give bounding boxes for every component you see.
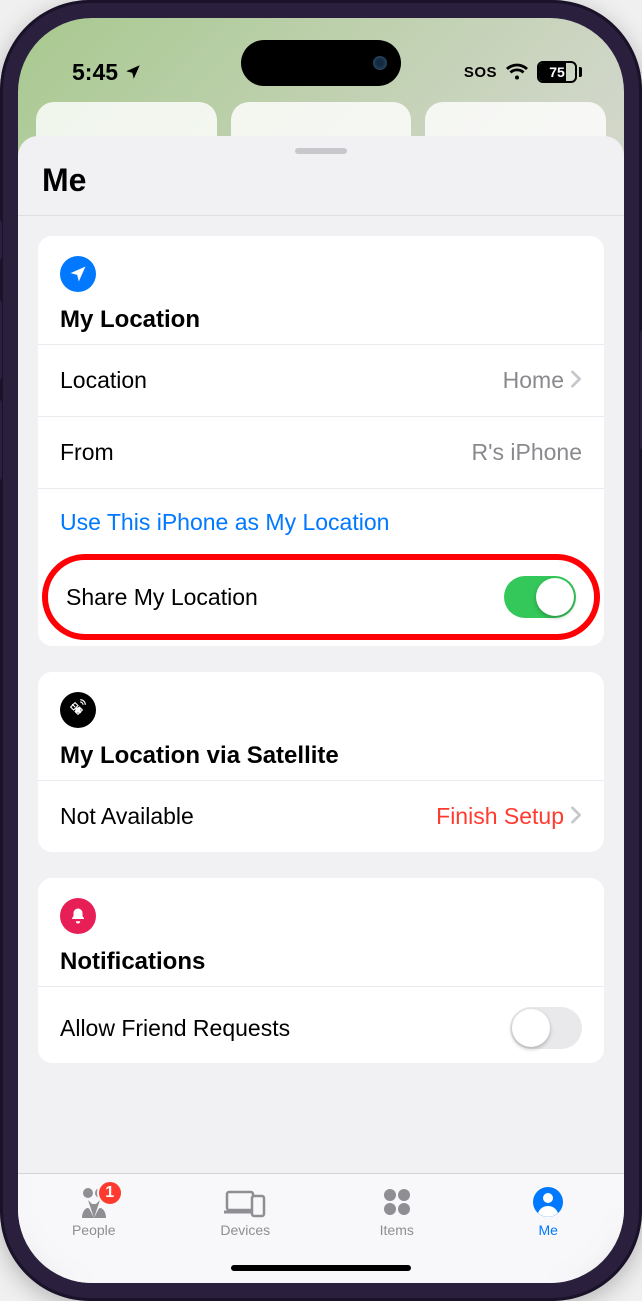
sheet-title: Me [18, 162, 624, 215]
use-this-iphone-link[interactable]: Use This iPhone as My Location [38, 488, 604, 556]
sheet-grabber[interactable] [295, 148, 347, 154]
finish-setup-label: Finish Setup [436, 803, 564, 830]
chevron-right-icon [570, 367, 582, 394]
satellite-title: My Location via Satellite [60, 742, 582, 770]
screen: 5:45 SOS 75 [18, 18, 624, 1283]
use-this-iphone-label: Use This iPhone as My Location [60, 509, 389, 535]
notifications-title: Notifications [60, 948, 582, 976]
satellite-card: My Location via Satellite Not Available … [38, 672, 604, 852]
location-services-icon [124, 63, 142, 81]
my-location-title: My Location [60, 306, 582, 334]
physical-volume-up [0, 300, 2, 380]
wifi-icon [505, 62, 529, 82]
location-row[interactable]: Location Home [38, 344, 604, 416]
sos-indicator: SOS [464, 64, 497, 81]
location-label: Location [60, 367, 147, 394]
allow-friend-requests-label: Allow Friend Requests [60, 1015, 290, 1042]
share-my-location-label: Share My Location [66, 584, 258, 611]
iphone-device-frame: 5:45 SOS 75 [0, 0, 642, 1301]
front-camera-icon [373, 56, 387, 70]
tab-me[interactable]: Me [503, 1186, 593, 1238]
allow-friend-requests-row[interactable]: Allow Friend Requests [38, 986, 604, 1063]
my-location-card: My Location Location Home From [38, 236, 604, 646]
share-my-location-row[interactable]: Share My Location [48, 560, 594, 634]
from-label: From [60, 439, 114, 466]
physical-volume-down [0, 400, 2, 480]
me-sheet: Me My Location Location [18, 136, 624, 1283]
battery-percentage: 75 [549, 64, 565, 80]
share-my-location-highlight: Share My Location [42, 554, 600, 640]
satellite-status-row[interactable]: Not Available Finish Setup [38, 780, 604, 852]
physical-silence-switch [0, 220, 2, 260]
dynamic-island [241, 40, 401, 86]
satellite-icon [60, 692, 582, 728]
location-arrow-icon [60, 256, 582, 292]
location-value: Home [503, 367, 564, 394]
chevron-right-icon [570, 803, 582, 830]
share-my-location-toggle[interactable] [504, 576, 576, 618]
from-row: From R's iPhone [38, 416, 604, 488]
from-value: R's iPhone [471, 439, 582, 466]
tab-me-label: Me [539, 1222, 558, 1238]
allow-friend-requests-toggle[interactable] [510, 1007, 582, 1049]
tab-items[interactable]: Items [352, 1186, 442, 1238]
battery-indicator: 75 [537, 61, 582, 83]
bell-icon [60, 898, 582, 934]
tab-people-label: People [72, 1222, 116, 1238]
sheet-scroll-area[interactable]: My Location Location Home From [18, 216, 624, 1283]
tab-devices[interactable]: Devices [200, 1186, 290, 1238]
people-badge: 1 [97, 1180, 123, 1206]
notifications-card: Notifications Allow Friend Requests [38, 878, 604, 1063]
satellite-status-label: Not Available [60, 803, 194, 830]
tab-items-label: Items [380, 1222, 414, 1238]
status-time: 5:45 [72, 59, 118, 86]
home-indicator[interactable] [231, 1265, 411, 1271]
tab-people[interactable]: 1 People [49, 1186, 139, 1238]
tab-devices-label: Devices [220, 1222, 270, 1238]
